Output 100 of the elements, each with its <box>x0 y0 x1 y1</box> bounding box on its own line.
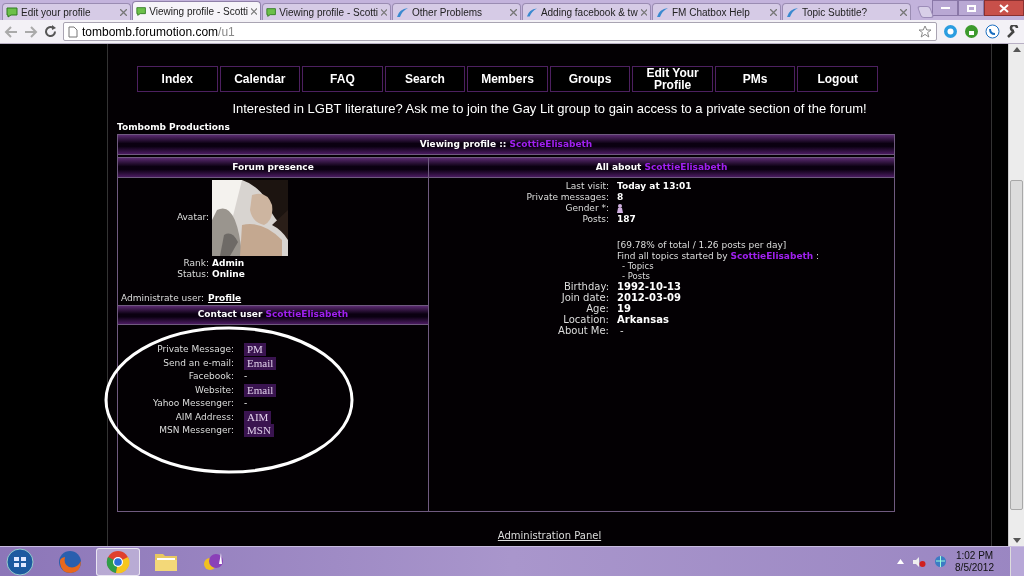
star-icon[interactable] <box>918 24 932 39</box>
field-value: - <box>244 397 248 410</box>
phone-icon[interactable] <box>985 24 1000 39</box>
speech-bubble-icon <box>6 6 18 18</box>
close-icon[interactable] <box>251 7 257 15</box>
swoosh-logo-icon <box>526 6 538 18</box>
profile-link[interactable]: Profile <box>208 293 242 304</box>
field-label: Send an e-mail: <box>162 356 234 370</box>
clock-time: 1:02 PM <box>955 549 994 562</box>
close-icon[interactable] <box>640 8 647 16</box>
field-label: Location: <box>562 314 609 325</box>
speech-bubble-icon <box>136 5 147 17</box>
minimize-button[interactable] <box>932 0 958 16</box>
field-label: Facebook: <box>187 370 234 383</box>
field-label: About Me: <box>557 325 609 336</box>
field-value: Online <box>212 269 245 280</box>
field-label: MSN Messenger: <box>158 424 234 437</box>
field-value: 2012-03-09 <box>617 292 681 303</box>
female-figure-icon <box>617 204 623 213</box>
chrome-icon[interactable] <box>96 547 140 576</box>
contact-button[interactable]: Email <box>244 356 277 370</box>
close-icon[interactable] <box>510 8 517 16</box>
nav-link[interactable]: Edit Your Profile <box>632 66 713 92</box>
field-value: 187 <box>617 214 636 225</box>
browser-tab[interactable]: Viewing profile - Scotti <box>262 3 391 20</box>
contact-button[interactable]: MSN <box>244 424 274 438</box>
nav-link[interactable]: PMs <box>714 66 796 92</box>
field-value: - <box>244 370 248 383</box>
field-label: Private messages: <box>525 192 609 203</box>
forward-icon[interactable] <box>24 25 38 38</box>
swoosh-logo-icon <box>786 6 799 18</box>
field-value: - <box>620 325 624 336</box>
browser-tab[interactable]: Adding facebook & tw <box>522 3 651 20</box>
scrollbar[interactable] <box>1008 44 1024 546</box>
field-label: Administrate user: <box>121 293 205 304</box>
nav-link[interactable]: FAQ <box>302 66 383 92</box>
maximize-button[interactable] <box>958 0 984 16</box>
swoosh-logo-icon <box>656 6 669 18</box>
close-icon[interactable] <box>381 8 387 16</box>
scroll-down-icon[interactable] <box>1012 538 1021 543</box>
browser-tab[interactable]: Topic Subtitle? <box>782 3 911 20</box>
contact-button[interactable]: Email <box>244 383 277 397</box>
tray-arrow-icon[interactable] <box>897 559 905 564</box>
find-topics-text: Find all topics started by ScottieElisabeth : <box>617 251 820 262</box>
nav-link[interactable]: Search <box>384 66 466 92</box>
field-label: Rank: <box>182 258 209 269</box>
field-value: 19 <box>617 303 631 314</box>
field-value: Admin <box>212 258 245 269</box>
site-title: Tombomb Productions <box>117 120 231 134</box>
topic-link[interactable]: - Posts <box>622 270 650 282</box>
browser-tab[interactable]: Edit your profile <box>2 3 131 20</box>
section-header: All about ScottieElisabeth <box>429 158 894 178</box>
administration-panel-link[interactable]: Administration Panel <box>497 528 602 543</box>
field-value: 1992-10-13 <box>617 281 681 292</box>
topic-link[interactable]: - Topics <box>622 261 654 273</box>
browser-tab[interactable]: Viewing profile - Scotti <box>132 1 261 20</box>
close-button[interactable] <box>984 0 1024 16</box>
swoosh-logo-icon <box>396 6 409 18</box>
address-field[interactable]: tombomb.forumotion.com/u1 <box>63 22 937 41</box>
announcement-text: Interested in LGBT literature? Ask me to join the Gay Lit group to gain access to a private section of the forum! <box>231 100 868 118</box>
field-label: Last visit: <box>564 181 609 192</box>
field-label: Website: <box>194 383 234 397</box>
speech-bubble-icon <box>266 6 277 18</box>
nav-link[interactable]: Groups <box>549 66 631 92</box>
field-label: Yahoo Messenger: <box>151 397 234 410</box>
new-tab-button[interactable] <box>916 6 935 18</box>
nav-link[interactable]: Calendar <box>219 66 301 92</box>
field-value: Today at 13:01 <box>617 181 692 192</box>
nav-link[interactable]: Members <box>467 66 548 92</box>
browser-tab[interactable]: FM Chatbox Help <box>652 3 781 20</box>
field-label: AIM Address: <box>174 410 234 424</box>
page-icon <box>68 25 78 38</box>
field-value: 8 <box>617 192 624 203</box>
network-icon[interactable] <box>934 555 948 568</box>
stats-text: [69.78% of total / 1.26 posts per day] <box>617 240 787 251</box>
username-link[interactable]: ScottieElisabeth <box>730 251 814 261</box>
close-icon[interactable] <box>120 8 127 16</box>
field-label: Avatar: <box>175 211 209 225</box>
nav-link[interactable]: Logout <box>797 66 878 92</box>
nav-link[interactable]: Index <box>137 66 218 92</box>
field-label: Birthday: <box>563 281 609 292</box>
section-header: Forum presence <box>118 158 428 178</box>
scroll-up-icon[interactable] <box>1012 47 1021 52</box>
url-text: tombomb.forumotion.com/u1 <box>82 25 235 38</box>
back-icon[interactable] <box>4 25 18 38</box>
field-label: Join date: <box>560 292 609 303</box>
close-icon[interactable] <box>770 8 777 16</box>
field-label: Age: <box>586 303 609 314</box>
volume-muted-icon[interactable] <box>912 555 927 568</box>
close-icon[interactable] <box>900 8 907 16</box>
field-label: Status: <box>176 269 209 280</box>
field-label: Posts: <box>581 214 609 225</box>
contact-button[interactable]: AIM <box>244 410 272 424</box>
browser-tab[interactable]: Other Problems <box>392 3 521 20</box>
panel-header: Viewing profile :: ScottieElisabeth <box>118 135 894 155</box>
close-icon <box>999 3 1009 13</box>
reload-icon[interactable] <box>44 25 57 38</box>
contact-button[interactable]: PM <box>244 343 266 357</box>
start-button[interactable] <box>6 547 34 576</box>
field-label: Private Message: <box>156 343 234 356</box>
